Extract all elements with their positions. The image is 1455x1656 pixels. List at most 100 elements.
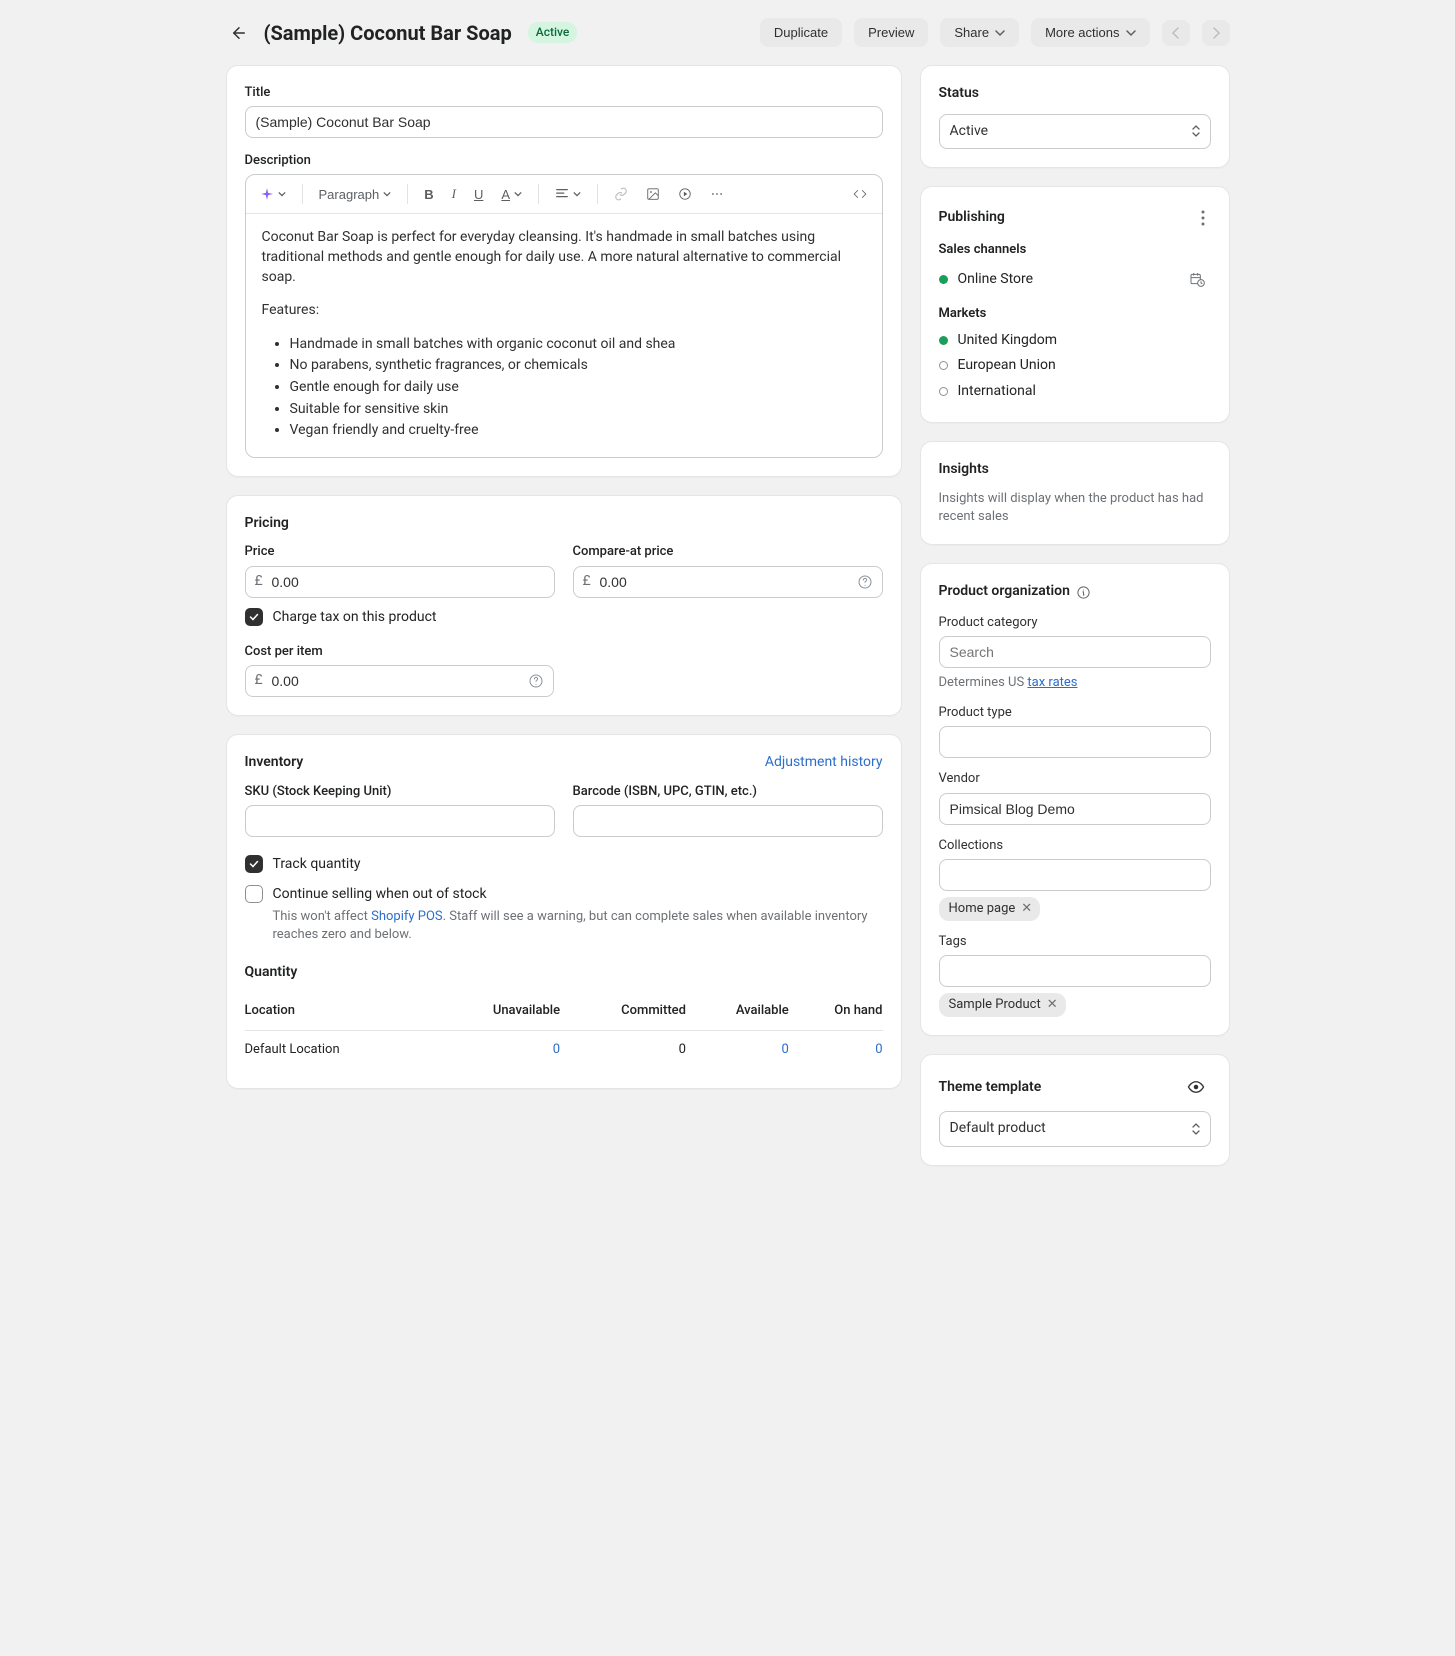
image-button[interactable]	[640, 182, 666, 206]
cell-committed: 0	[560, 1031, 686, 1070]
status-dot-icon	[939, 336, 948, 345]
prev-product-button[interactable]	[1162, 20, 1190, 46]
schedule-button[interactable]	[1183, 266, 1211, 292]
align-icon	[555, 187, 569, 201]
compare-price-label: Compare-at price	[573, 543, 883, 561]
continue-selling-label: Continue selling when out of stock	[273, 885, 883, 905]
ai-button[interactable]	[254, 182, 292, 206]
channel-name: Online Store	[958, 270, 1034, 290]
align-button[interactable]	[549, 182, 587, 206]
share-button[interactable]: Share	[940, 18, 1019, 47]
sparkle-icon	[260, 187, 274, 201]
check-icon	[248, 858, 260, 870]
col-committed: Committed	[560, 992, 686, 1031]
chevron-left-icon	[1171, 27, 1181, 39]
help-icon[interactable]	[528, 673, 544, 689]
preview-button[interactable]: Preview	[854, 18, 928, 47]
description-editor[interactable]: Coconut Bar Soap is perfect for everyday…	[246, 214, 882, 456]
dots-vertical-icon	[1201, 210, 1205, 226]
price-input[interactable]	[245, 566, 555, 598]
tax-rates-link[interactable]: tax rates	[1027, 675, 1077, 690]
title-input[interactable]	[245, 106, 883, 138]
template-card: Theme template Default product	[920, 1054, 1230, 1166]
remove-tag-button[interactable]: ✕	[1047, 996, 1058, 1014]
more-format-button[interactable]	[704, 182, 730, 206]
bold-icon: B	[424, 187, 433, 202]
shopify-pos-link[interactable]: Shopify POS	[371, 909, 443, 924]
check-icon	[248, 611, 260, 623]
arrow-left-icon	[230, 24, 248, 42]
html-view-button[interactable]	[846, 182, 874, 206]
status-heading: Status	[939, 84, 1211, 104]
hint-text: This won't affect	[273, 909, 372, 924]
description-label: Description	[245, 152, 883, 170]
vendor-input[interactable]	[939, 793, 1211, 825]
bold-button[interactable]: B	[418, 182, 439, 207]
table-header-row: Location Unavailable Committed Available…	[245, 992, 883, 1031]
italic-button[interactable]: I	[446, 181, 462, 207]
link-button[interactable]	[608, 182, 634, 206]
barcode-input[interactable]	[573, 805, 883, 837]
text-color-button[interactable]: A	[495, 182, 528, 207]
video-button[interactable]	[672, 182, 698, 206]
text-color-icon: A	[501, 187, 510, 202]
status-badge: Active	[528, 22, 578, 43]
sku-label: SKU (Stock Keeping Unit)	[245, 783, 555, 801]
collections-input[interactable]	[939, 859, 1211, 891]
market-row: European Union	[939, 353, 1211, 379]
pricing-card: Pricing Price £ Compare-at price £	[226, 495, 902, 717]
cell-available[interactable]: 0	[781, 1042, 788, 1057]
cost-input[interactable]	[245, 665, 554, 697]
paragraph-style-button[interactable]: Paragraph	[313, 182, 398, 207]
info-icon[interactable]	[1076, 585, 1091, 600]
page-header: (Sample) Coconut Bar Soap Active Duplica…	[226, 18, 1230, 47]
insights-text: Insights will display when the product h…	[939, 490, 1211, 526]
adjustment-history-link[interactable]: Adjustment history	[765, 753, 883, 773]
sku-input[interactable]	[245, 805, 555, 837]
vendor-label: Vendor	[939, 770, 1211, 788]
continue-selling-hint: This won't affect Shopify POS. Staff wil…	[273, 908, 883, 944]
hint-text: Determines US	[939, 675, 1028, 690]
cell-onhand[interactable]: 0	[875, 1042, 882, 1057]
publishing-card: Publishing Sales channels Online Store M…	[920, 186, 1230, 423]
duplicate-button[interactable]: Duplicate	[760, 18, 842, 47]
category-input[interactable]	[939, 636, 1211, 668]
code-icon	[852, 187, 868, 201]
publishing-heading: Publishing	[939, 208, 1005, 228]
sales-channels-label: Sales channels	[939, 241, 1211, 259]
quantity-heading: Quantity	[245, 963, 883, 983]
underline-button[interactable]: U	[468, 182, 489, 207]
continue-selling-checkbox[interactable]	[245, 885, 263, 903]
publishing-menu-button[interactable]	[1195, 205, 1211, 231]
inventory-heading: Inventory	[245, 753, 304, 773]
chevron-right-icon	[1211, 27, 1221, 39]
feature-item: No parabens, synthetic fragrances, or ch…	[290, 356, 866, 376]
preview-template-button[interactable]	[1181, 1073, 1211, 1101]
tags-input[interactable]	[939, 955, 1211, 987]
track-quantity-checkbox[interactable]	[245, 855, 263, 873]
next-product-button[interactable]	[1202, 20, 1230, 46]
italic-icon: I	[452, 186, 456, 202]
compare-price-input[interactable]	[573, 566, 883, 598]
cell-unavailable[interactable]: 0	[553, 1042, 560, 1057]
feature-item: Suitable for sensitive skin	[290, 400, 866, 420]
help-icon[interactable]	[857, 574, 873, 590]
more-actions-button[interactable]: More actions	[1031, 18, 1149, 47]
title-label: Title	[245, 84, 883, 102]
chevron-down-icon	[1126, 28, 1136, 38]
type-label: Product type	[939, 704, 1211, 722]
col-unavailable: Unavailable	[429, 992, 560, 1031]
template-heading: Theme template	[939, 1078, 1042, 1098]
chevron-down-icon	[573, 190, 581, 198]
insights-heading: Insights	[939, 460, 1211, 480]
charge-tax-checkbox[interactable]	[245, 608, 263, 626]
remove-tag-button[interactable]: ✕	[1021, 900, 1032, 918]
back-button[interactable]	[226, 20, 252, 46]
tag-label: Sample Product	[949, 996, 1041, 1014]
template-select[interactable]: Default product	[939, 1111, 1211, 1147]
status-select[interactable]: Active	[939, 114, 1211, 150]
cell-location: Default Location	[245, 1031, 430, 1070]
feature-item: Handmade in small batches with organic c…	[290, 335, 866, 355]
type-input[interactable]	[939, 726, 1211, 758]
chevron-down-icon	[995, 28, 1005, 38]
